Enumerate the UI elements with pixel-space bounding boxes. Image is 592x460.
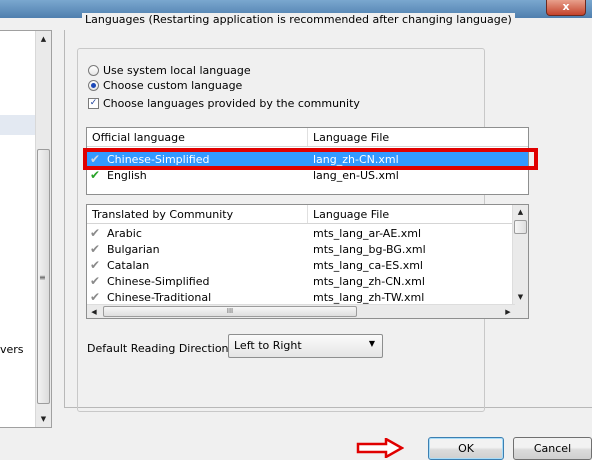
option-label: Use system local language bbox=[103, 63, 251, 77]
list-item[interactable]: ✔ Chinese-Traditional mts_lang_zh-TW.xml bbox=[87, 290, 528, 305]
ok-button[interactable]: OK bbox=[428, 437, 504, 460]
list-vertical-scrollbar[interactable]: ▲ ▼ bbox=[512, 205, 528, 318]
scroll-up-arrow-icon[interactable]: ▲ bbox=[513, 205, 528, 219]
language-file: mts_lang_zh-CN.xml bbox=[313, 275, 425, 288]
language-file: mts_lang_bg-BG.xml bbox=[313, 243, 426, 256]
check-icon: ✔ bbox=[90, 258, 101, 272]
reading-direction-label: Default Reading Direction: bbox=[87, 342, 233, 355]
red-arrow-icon bbox=[356, 438, 404, 458]
language-name: Bulgarian bbox=[107, 243, 160, 256]
scroll-up-arrow-icon[interactable]: ▲ bbox=[36, 31, 51, 47]
option-label: Choose custom language bbox=[103, 78, 243, 92]
settings-nav-panel[interactable]: vers ▲ ≡ ▼ bbox=[0, 30, 52, 428]
check-icon: ✔ bbox=[90, 290, 101, 304]
list-header: Translated by Community Language File bbox=[87, 205, 512, 224]
scroll-thumb[interactable]: III bbox=[103, 306, 357, 317]
dropdown-value: Left to Right bbox=[234, 339, 302, 352]
scroll-right-arrow-icon[interactable]: ▶ bbox=[501, 305, 515, 319]
check-icon: ✔ bbox=[90, 168, 101, 182]
language-file: lang_en-US.xml bbox=[313, 169, 399, 182]
highlight-box bbox=[83, 148, 538, 170]
community-language-list[interactable]: Translated by Community Language File ✔ … bbox=[86, 204, 529, 319]
radio-button-selected[interactable] bbox=[88, 79, 99, 91]
list-item[interactable]: ✔ Catalan mts_lang_ca-ES.xml bbox=[87, 258, 528, 273]
list-horizontal-scrollbar[interactable]: ◀ III ▶ bbox=[87, 304, 515, 318]
list-item[interactable]: ✔ English lang_en-US.xml bbox=[87, 168, 528, 183]
language-file: mts_lang_ar-AE.xml bbox=[313, 227, 422, 240]
scroll-down-arrow-icon[interactable]: ▼ bbox=[513, 290, 528, 304]
column-separator[interactable] bbox=[307, 128, 308, 146]
column-header-language-file[interactable]: Language File bbox=[313, 131, 389, 144]
list-header: Official language Language File bbox=[87, 128, 528, 147]
language-name: Catalan bbox=[107, 259, 150, 272]
scroll-grip-icon: ≡ bbox=[39, 273, 46, 282]
list-item[interactable]: ✔ Arabic mts_lang_ar-AE.xml bbox=[87, 226, 528, 241]
nav-scrollbar[interactable]: ▲ ≡ ▼ bbox=[35, 31, 51, 427]
choose-custom-language-option[interactable]: Choose custom language bbox=[88, 78, 242, 92]
column-header-translated-by-community[interactable]: Translated by Community bbox=[92, 208, 233, 221]
list-item[interactable]: ✔ Chinese-Simplified mts_lang_zh-CN.xml bbox=[87, 274, 528, 289]
radio-button[interactable] bbox=[88, 64, 99, 76]
community-languages-option[interactable]: ✓ Choose languages provided by the commu… bbox=[88, 96, 360, 110]
language-file: mts_lang_ca-ES.xml bbox=[313, 259, 423, 272]
language-name: Chinese-Traditional bbox=[107, 291, 212, 304]
list-item[interactable]: ✔ Bulgarian mts_lang_bg-BG.xml bbox=[87, 242, 528, 257]
reading-direction-dropdown[interactable]: Left to Right ▼ bbox=[228, 334, 383, 358]
check-icon: ✔ bbox=[90, 242, 101, 256]
column-separator[interactable] bbox=[307, 205, 308, 223]
column-header-official-language[interactable]: Official language bbox=[92, 131, 185, 144]
languages-group-title: Languages (Restarting application is rec… bbox=[82, 13, 515, 26]
check-icon: ✔ bbox=[90, 274, 101, 288]
nav-item-partial[interactable]: vers bbox=[0, 343, 24, 356]
check-icon: ✔ bbox=[90, 226, 101, 240]
language-name: English bbox=[107, 169, 147, 182]
scroll-down-arrow-icon[interactable]: ▼ bbox=[36, 411, 51, 427]
use-system-language-option[interactable]: Use system local language bbox=[88, 63, 251, 77]
scroll-left-arrow-icon[interactable]: ◀ bbox=[87, 305, 101, 319]
checkbox-checked[interactable]: ✓ bbox=[88, 97, 99, 109]
nav-selected-item[interactable] bbox=[0, 115, 35, 135]
option-label: Choose languages provided by the communi… bbox=[103, 96, 360, 110]
language-name: Arabic bbox=[107, 227, 142, 240]
language-name: Chinese-Simplified bbox=[107, 275, 210, 288]
close-button[interactable]: x bbox=[546, 0, 586, 16]
language-file: mts_lang_zh-TW.xml bbox=[313, 291, 425, 304]
chevron-down-icon: ▼ bbox=[368, 339, 375, 348]
column-header-language-file[interactable]: Language File bbox=[313, 208, 389, 221]
cancel-button[interactable]: Cancel bbox=[513, 437, 592, 460]
scroll-thumb[interactable] bbox=[514, 220, 527, 234]
